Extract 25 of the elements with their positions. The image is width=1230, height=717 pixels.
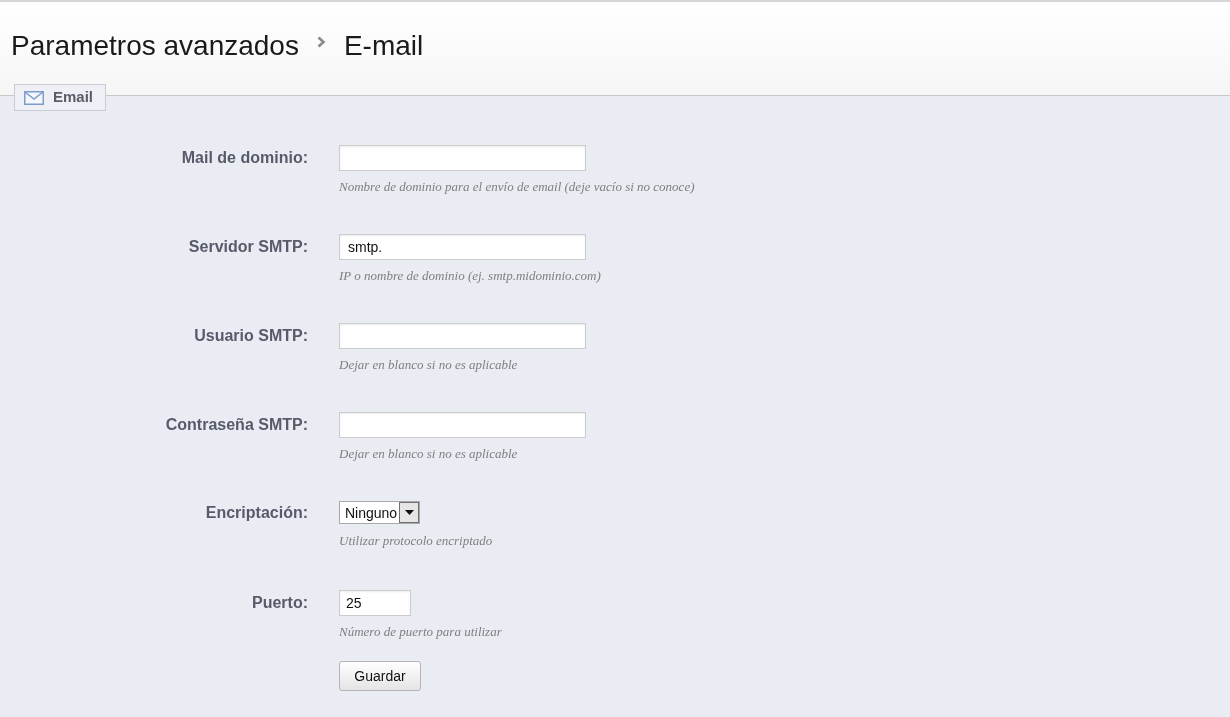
field-label: Contraseña SMTP: — [165, 415, 308, 435]
section-tab[interactable]: Email — [14, 84, 106, 111]
field-label: Mail de dominio: — [181, 148, 308, 168]
field-hint: Utilizar protocolo encriptado — [339, 532, 493, 550]
field-hint: Número de puerto para utilizar — [339, 623, 502, 641]
envelope-icon — [24, 90, 44, 105]
text-field[interactable] — [339, 323, 586, 349]
text-field[interactable]: smtp. — [339, 234, 586, 260]
field-hint: Dejar en blanco si no es aplicable — [339, 445, 518, 463]
field-hint: Dejar en blanco si no es aplicable — [339, 356, 518, 374]
field-hint: Nombre de dominio para el envío de email (deje vacío si no conoce) — [339, 178, 695, 196]
field-label: Servidor SMTP: — [188, 237, 308, 257]
text-field[interactable] — [339, 145, 586, 171]
field-label: Puerto: — [252, 593, 308, 613]
field-hint: IP o nombre de dominio (ej. smtp.midominio.com) — [339, 267, 601, 285]
field-label: Usuario SMTP: — [194, 326, 308, 346]
chevron-right-icon — [316, 36, 326, 48]
save-button[interactable]: Guardar — [339, 661, 421, 691]
field-label: Encriptación: — [205, 502, 308, 523]
text-field[interactable] — [339, 412, 586, 438]
breadcrumb-link[interactable]: Parametros avanzados — [11, 30, 299, 62]
page-title: E-mail — [343, 30, 424, 62]
select-dropdown[interactable]: Ninguno — [339, 501, 420, 524]
port-field[interactable]: 25 — [339, 590, 411, 616]
caret-down-icon — [404, 510, 414, 515]
